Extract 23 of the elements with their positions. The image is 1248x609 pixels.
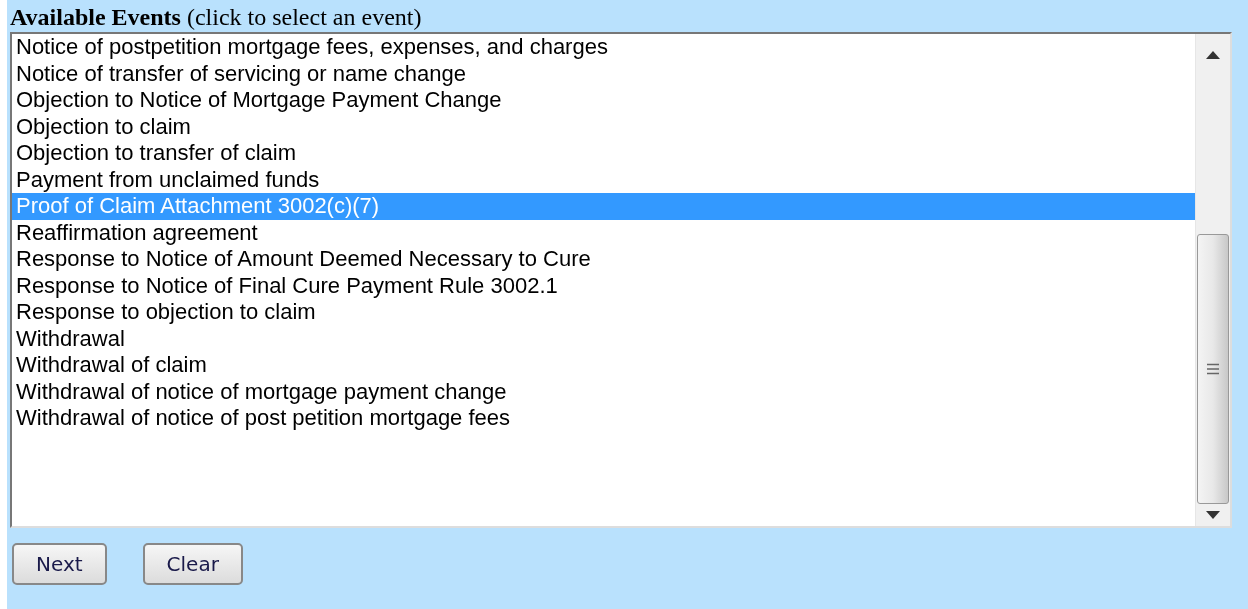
event-option[interactable]: Objection to Notice of Mortgage Payment Change [12, 87, 1195, 114]
scroll-up-icon[interactable] [1206, 51, 1220, 59]
event-option[interactable]: Reaffirmation agreement [12, 219, 1195, 246]
event-option[interactable]: Notice of transfer of servicing or name change [12, 60, 1195, 87]
event-option[interactable]: Notice of postpetition mortgage fees, expenses, and charges [12, 34, 1195, 61]
event-option[interactable]: Withdrawal of claim [12, 352, 1195, 379]
clear-button[interactable]: Clear [142, 543, 243, 585]
event-option[interactable]: Objection to claim [12, 113, 1195, 140]
grip-icon [1207, 363, 1219, 375]
scrollbar-thumb[interactable] [1197, 234, 1229, 504]
event-option[interactable]: Objection to transfer of claim [12, 140, 1195, 167]
event-option[interactable]: Withdrawal of notice of mortgage payment change [12, 378, 1195, 405]
event-listbox[interactable] [10, 32, 1232, 528]
event-option[interactable]: Response to Notice of Final Cure Payment Rule 3002.1 [12, 272, 1195, 299]
event-option[interactable]: Response to objection to claim [12, 299, 1195, 326]
event-option[interactable]: Response to Notice of Amount Deemed Necessary to Cure [12, 246, 1195, 273]
section-heading: Available Events (click to select an event) [9, 3, 423, 31]
event-option[interactable]: Withdrawal of notice of post petition mortgage fees [12, 405, 1195, 432]
next-button[interactable]: Next [12, 543, 107, 585]
scrollbar[interactable] [1195, 34, 1230, 526]
event-option[interactable]: Withdrawal [12, 325, 1195, 352]
scroll-down-icon[interactable] [1206, 511, 1220, 519]
event-option[interactable]: Payment from unclaimed funds [12, 166, 1195, 193]
